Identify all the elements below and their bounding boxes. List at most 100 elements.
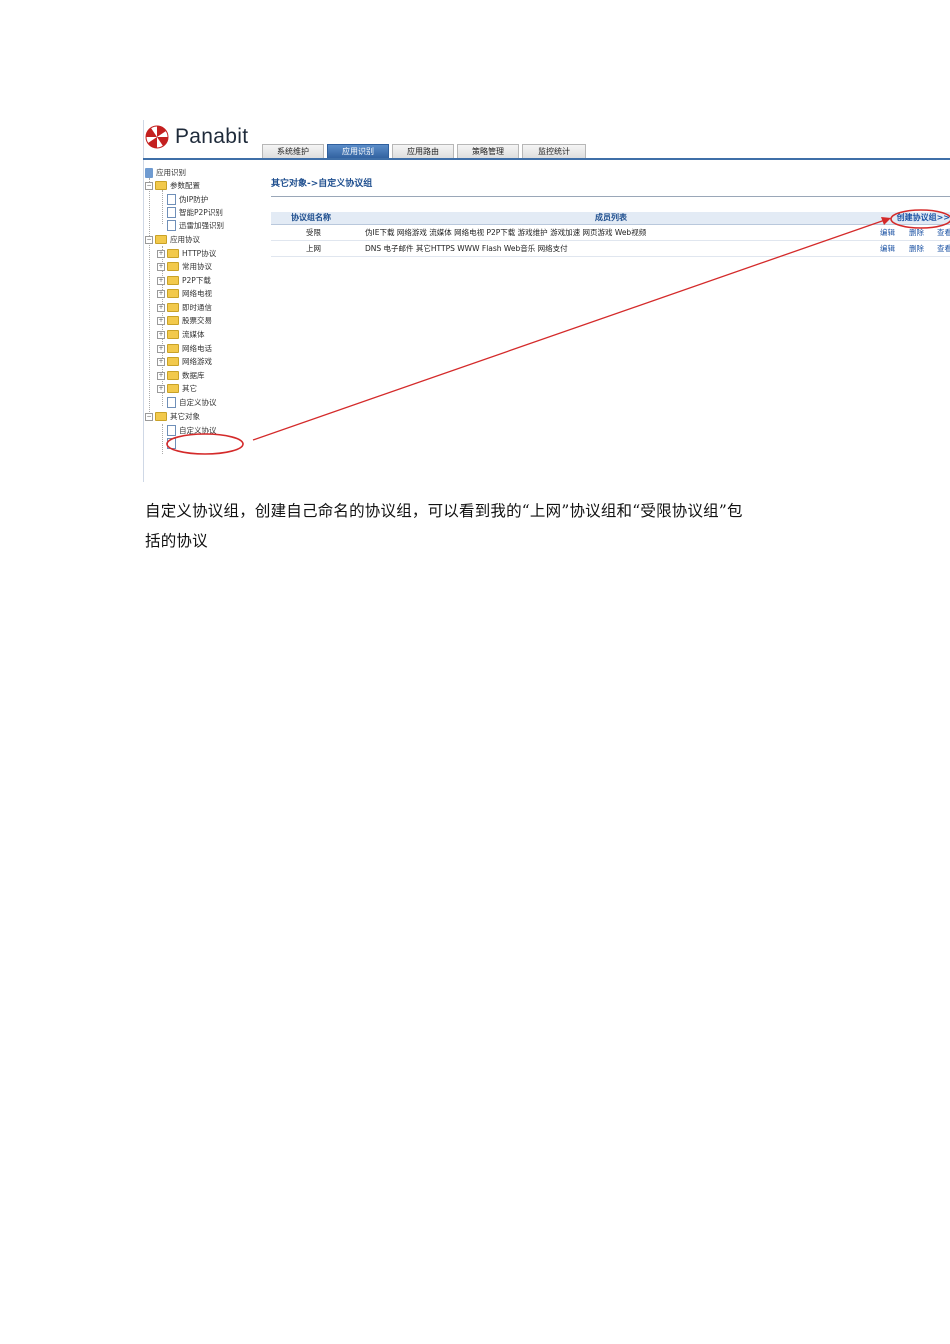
tree-label: 应用协议 xyxy=(170,235,200,244)
tree-label: 自定义协议组 xyxy=(179,439,224,448)
header-divider xyxy=(143,158,950,160)
expand-icon[interactable]: + xyxy=(157,344,165,353)
tree-item-p2p[interactable]: 智能P2P识别 xyxy=(167,206,223,219)
tree-label: 参数配置 xyxy=(170,181,200,190)
table-row: 受限 伪IE下载 网络游戏 流媒体 网络电视 P2P下载 游戏维护 游戏加速 网… xyxy=(271,226,950,241)
frame-border xyxy=(143,120,144,482)
edit-link[interactable]: 编辑 xyxy=(880,226,895,240)
tree-label: 其它 xyxy=(182,384,197,393)
tree-item-custom-protocol[interactable]: 自定义协议 xyxy=(167,396,217,409)
breadcrumb-divider xyxy=(271,196,950,197)
tree-item-streaming[interactable]: + 流媒体 xyxy=(157,328,205,341)
breadcrumb: 其它对象->自定义协议组 xyxy=(271,179,373,189)
tree-item-custom-protocol-2[interactable]: 自定义协议 xyxy=(167,424,217,437)
folder-icon xyxy=(155,412,167,421)
tree-root[interactable]: 应用识别 xyxy=(145,166,186,179)
tab-monitoring-stats[interactable]: 监控统计 xyxy=(522,144,586,159)
tree-item-voip[interactable]: + 网络电话 xyxy=(157,342,212,355)
tree-item-p2p-download[interactable]: + P2P下载 xyxy=(157,274,211,287)
expand-icon[interactable]: + xyxy=(157,262,165,271)
tree-item-other-objects[interactable]: − 其它对象 xyxy=(145,410,200,423)
folder-icon xyxy=(167,249,179,258)
tree-guide xyxy=(162,190,163,224)
tree-label: 应用识别 xyxy=(156,168,186,177)
create-group-link[interactable]: 创建协议组>> xyxy=(897,212,950,224)
tree-label: 股票交易 xyxy=(182,316,212,325)
tree-item-xunlei[interactable]: 迅雷加强识别 xyxy=(167,219,224,232)
expand-icon[interactable]: + xyxy=(157,249,165,258)
tree-label: 流媒体 xyxy=(182,330,205,339)
table-row: 上网 DNS 电子邮件 其它HTTPS WWW Flash Web音乐 网络支付… xyxy=(271,242,950,257)
tab-app-routing[interactable]: 应用路由 xyxy=(392,144,454,159)
member-list: DNS 电子邮件 其它HTTPS WWW Flash Web音乐 网络支付 xyxy=(365,244,568,253)
header-member-list: 成员列表 xyxy=(595,213,627,222)
logo-text: Panabit xyxy=(175,125,249,148)
tab-policy-management[interactable]: 策略管理 xyxy=(457,144,519,159)
tree-label: 网络游戏 xyxy=(182,357,212,366)
document-icon xyxy=(167,438,176,449)
expand-icon[interactable]: + xyxy=(157,303,165,312)
tree-item-iptv[interactable]: + 网络电视 xyxy=(157,287,212,300)
tree-label: 迅雷加强识别 xyxy=(179,221,224,230)
tree-item-custom-protocol-group[interactable]: 自定义协议组 xyxy=(167,437,224,450)
tree-label: 常用协议 xyxy=(182,262,212,271)
expand-icon[interactable]: + xyxy=(157,316,165,325)
delete-link[interactable]: 删除 xyxy=(909,242,924,256)
collapse-icon[interactable]: − xyxy=(145,181,153,190)
tree-label: 即时通信 xyxy=(182,303,212,312)
view-link[interactable]: 查看 xyxy=(937,226,950,240)
tree-item-games[interactable]: + 网络游戏 xyxy=(157,355,212,368)
expand-icon[interactable]: + xyxy=(157,289,165,298)
caption-line: 自定义协议组，创建自己命名的协议组，可以看到我的“上网”协议组和“受限协议组”包 xyxy=(145,502,743,520)
caption-line: 括的协议 xyxy=(145,532,208,550)
group-name: 受限 xyxy=(306,228,321,237)
folder-icon xyxy=(155,235,167,244)
document-icon xyxy=(167,220,176,231)
expand-icon[interactable]: + xyxy=(157,357,165,366)
tree-label: 伪IP防护 xyxy=(179,195,209,204)
view-link[interactable]: 查看 xyxy=(937,242,950,256)
tree-label: 自定义协议 xyxy=(179,398,217,407)
tree-label: 智能P2P识别 xyxy=(179,208,223,217)
caption-paragraph: 自定义协议组，创建自己命名的协议组，可以看到我的“上网”协议组和“受限协议组”包… xyxy=(145,496,825,556)
tab-app-identification[interactable]: 应用识别 xyxy=(327,144,389,159)
top-tabs: 系统维护 应用识别 应用路由 策略管理 监控统计 xyxy=(262,144,586,159)
tree-item-http[interactable]: + HTTP协议 xyxy=(157,247,216,260)
group-name: 上网 xyxy=(306,244,321,253)
tree-item-other[interactable]: + 其它 xyxy=(157,382,197,395)
folder-icon xyxy=(167,316,179,325)
document-icon xyxy=(167,397,176,408)
tree-item-im[interactable]: + 即时通信 xyxy=(157,301,212,314)
tree-item-database[interactable]: + 数据库 xyxy=(157,369,205,382)
tree-item-common[interactable]: + 常用协议 xyxy=(157,260,212,273)
tree-item-param-config[interactable]: − 参数配置 xyxy=(145,179,200,192)
delete-link[interactable]: 删除 xyxy=(909,226,924,240)
tree-label: 网络电视 xyxy=(182,289,212,298)
screenshot-frame: Panabit 系统维护 应用识别 应用路由 策略管理 监控统计 应用识别 − … xyxy=(143,120,950,482)
document-icon xyxy=(167,194,176,205)
edit-link[interactable]: 编辑 xyxy=(880,242,895,256)
folder-icon xyxy=(155,181,167,190)
expand-icon[interactable]: + xyxy=(157,371,165,380)
table-header: 协议组名称 成员列表 创建协议组>> xyxy=(271,212,950,225)
collapse-icon[interactable]: − xyxy=(145,412,153,421)
folder-icon xyxy=(167,276,179,285)
folder-icon xyxy=(167,289,179,298)
tree-item-fake-ip[interactable]: 伪IP防护 xyxy=(167,193,208,206)
expand-icon[interactable]: + xyxy=(157,384,165,393)
expand-icon[interactable]: + xyxy=(157,330,165,339)
tree-label: 网络电话 xyxy=(182,344,212,353)
tree-label: 自定义协议 xyxy=(179,426,217,435)
tree-item-app-protocols[interactable]: − 应用协议 xyxy=(145,233,200,246)
expand-icon[interactable]: + xyxy=(157,276,165,285)
tab-system-maintenance[interactable]: 系统维护 xyxy=(262,144,324,159)
tree-guide xyxy=(149,178,150,418)
folder-icon xyxy=(167,384,179,393)
app-identification-icon xyxy=(145,167,153,178)
header-group-name: 协议组名称 xyxy=(291,213,331,222)
folder-icon xyxy=(167,357,179,366)
tree-item-stock[interactable]: + 股票交易 xyxy=(157,314,212,327)
folder-icon xyxy=(167,262,179,271)
collapse-icon[interactable]: − xyxy=(145,235,153,244)
annotation-overlay xyxy=(166,209,950,455)
